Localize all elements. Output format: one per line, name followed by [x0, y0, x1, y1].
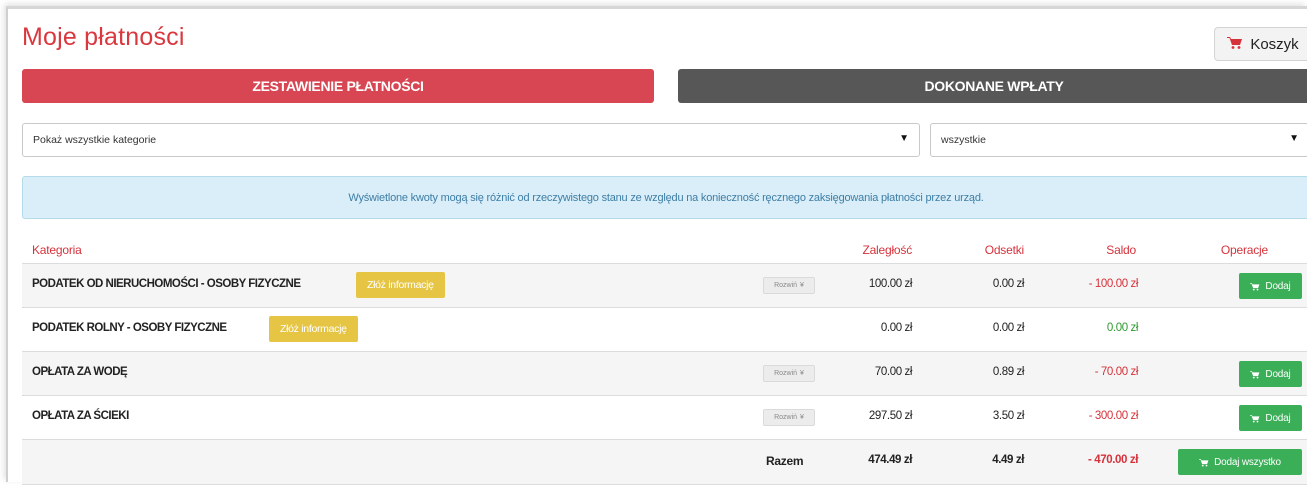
row-category-name: PODATEK ROLNY - OSOBY FIZYCZNE — [32, 322, 227, 334]
expand-button[interactable]: Rozwiń ¥ — [763, 277, 815, 294]
add-all-label: Dodaj wszystko — [1214, 456, 1281, 468]
cart-button[interactable]: Koszyk — [1214, 27, 1307, 61]
total-arrears: 474.49 zł — [868, 454, 912, 466]
expand-label: Rozwiń — [774, 282, 798, 289]
add-label: Dodaj — [1265, 412, 1291, 424]
info-alert-text: Wyświetlone kwoty mogą się różnić od rze… — [348, 191, 984, 204]
balance-value: - 300.00 zł — [1088, 410, 1139, 422]
header-operations: Operacje — [1220, 243, 1268, 257]
info-alert: Wyświetlone kwoty mogą się różnić od rze… — [22, 176, 1307, 219]
table-row: PODATEK OD NIERUCHOMOŚCI - OSOBY FIZYCZN… — [22, 263, 1307, 307]
row-category-name: OPŁATA ZA WODĘ — [32, 366, 128, 378]
category-select[interactable]: Pokaż wszystkie kategorie ▼ — [22, 123, 920, 157]
expand-label: Rozwiń — [774, 414, 798, 421]
expand-button[interactable]: Rozwiń ¥ — [763, 365, 815, 382]
total-interest: 4.49 zł — [992, 454, 1024, 466]
cart-icon — [1250, 370, 1260, 378]
add-label: Dodaj — [1265, 280, 1291, 292]
row-category-name: PODATEK OD NIERUCHOMOŚCI - OSOBY FIZYCZN… — [32, 278, 301, 290]
arrears-value: 0.00 zł — [880, 322, 912, 334]
tab-completed-payments[interactable]: DOKONANE WPŁATY — [678, 69, 1307, 103]
cart-icon — [1199, 458, 1209, 466]
submit-info-button[interactable]: Złóż informację — [356, 272, 445, 298]
double-chevron-down-icon: ¥ — [800, 370, 804, 377]
app-frame: Moje płatności Koszyk ZESTAWIENIE PŁATNO… — [6, 6, 1307, 485]
arrears-value: 297.50 zł — [868, 410, 912, 422]
header-balance: Saldo — [1106, 243, 1136, 257]
cart-label: Koszyk — [1250, 35, 1299, 53]
submit-info-button[interactable]: Złóż informację — [269, 316, 358, 342]
double-chevron-down-icon: ¥ — [800, 282, 804, 289]
arrears-value: 70.00 zł — [874, 366, 912, 378]
interest-value: 0.00 zł — [992, 322, 1024, 334]
total-balance: - 470.00 zł — [1088, 454, 1138, 466]
total-label: Razem — [766, 454, 804, 468]
header-arrears: Zaległość — [862, 243, 912, 257]
expand-label: Rozwiń — [774, 370, 798, 377]
cart-icon — [1250, 282, 1260, 290]
tab-payment-summary[interactable]: ZESTAWIENIE PŁATNOŚCI — [22, 69, 654, 103]
caret-down-icon: ▼ — [1289, 133, 1299, 144]
status-select[interactable]: wszystkie ▼ — [930, 123, 1307, 157]
interest-value: 0.00 zł — [992, 278, 1024, 290]
table-total-row: Razem 474.49 zł 4.49 zł - 470.00 zł Doda… — [22, 439, 1307, 485]
row-category-name: OPŁATA ZA ŚCIEKI — [32, 410, 129, 422]
category-select-value: Pokaż wszystkie kategorie — [33, 134, 157, 146]
caret-down-icon: ▼ — [899, 133, 909, 144]
expand-button[interactable]: Rozwiń ¥ — [763, 409, 815, 426]
balance-value: - 100.00 zł — [1088, 278, 1139, 290]
arrears-value: 100.00 zł — [868, 278, 912, 290]
add-all-button[interactable]: Dodaj wszystko — [1178, 449, 1302, 475]
balance-value: - 70.00 zł — [1094, 366, 1139, 378]
page-title: Moje płatności — [22, 23, 185, 51]
interest-value: 0.89 zł — [992, 366, 1024, 378]
status-select-value: wszystkie — [941, 134, 986, 146]
table-row: PODATEK ROLNY - OSOBY FIZYCZNE Złóż info… — [22, 307, 1307, 351]
interest-value: 3.50 zł — [992, 410, 1024, 422]
double-chevron-down-icon: ¥ — [800, 414, 804, 421]
header-category: Kategoria — [32, 243, 82, 257]
table-row: OPŁATA ZA WODĘ Rozwiń ¥ 70.00 zł 0.89 zł… — [22, 351, 1307, 395]
table-row: OPŁATA ZA ŚCIEKI Rozwiń ¥ 297.50 zł 3.50… — [22, 395, 1307, 439]
cart-icon — [1227, 36, 1243, 53]
cart-icon — [1250, 414, 1260, 422]
add-label: Dodaj — [1265, 368, 1291, 380]
header-interest: Odsetki — [984, 243, 1024, 257]
add-to-cart-button[interactable]: Dodaj — [1239, 273, 1302, 299]
add-to-cart-button[interactable]: Dodaj — [1239, 361, 1302, 387]
balance-value: 0.00 zł — [1106, 322, 1138, 334]
add-to-cart-button[interactable]: Dodaj — [1239, 405, 1302, 431]
